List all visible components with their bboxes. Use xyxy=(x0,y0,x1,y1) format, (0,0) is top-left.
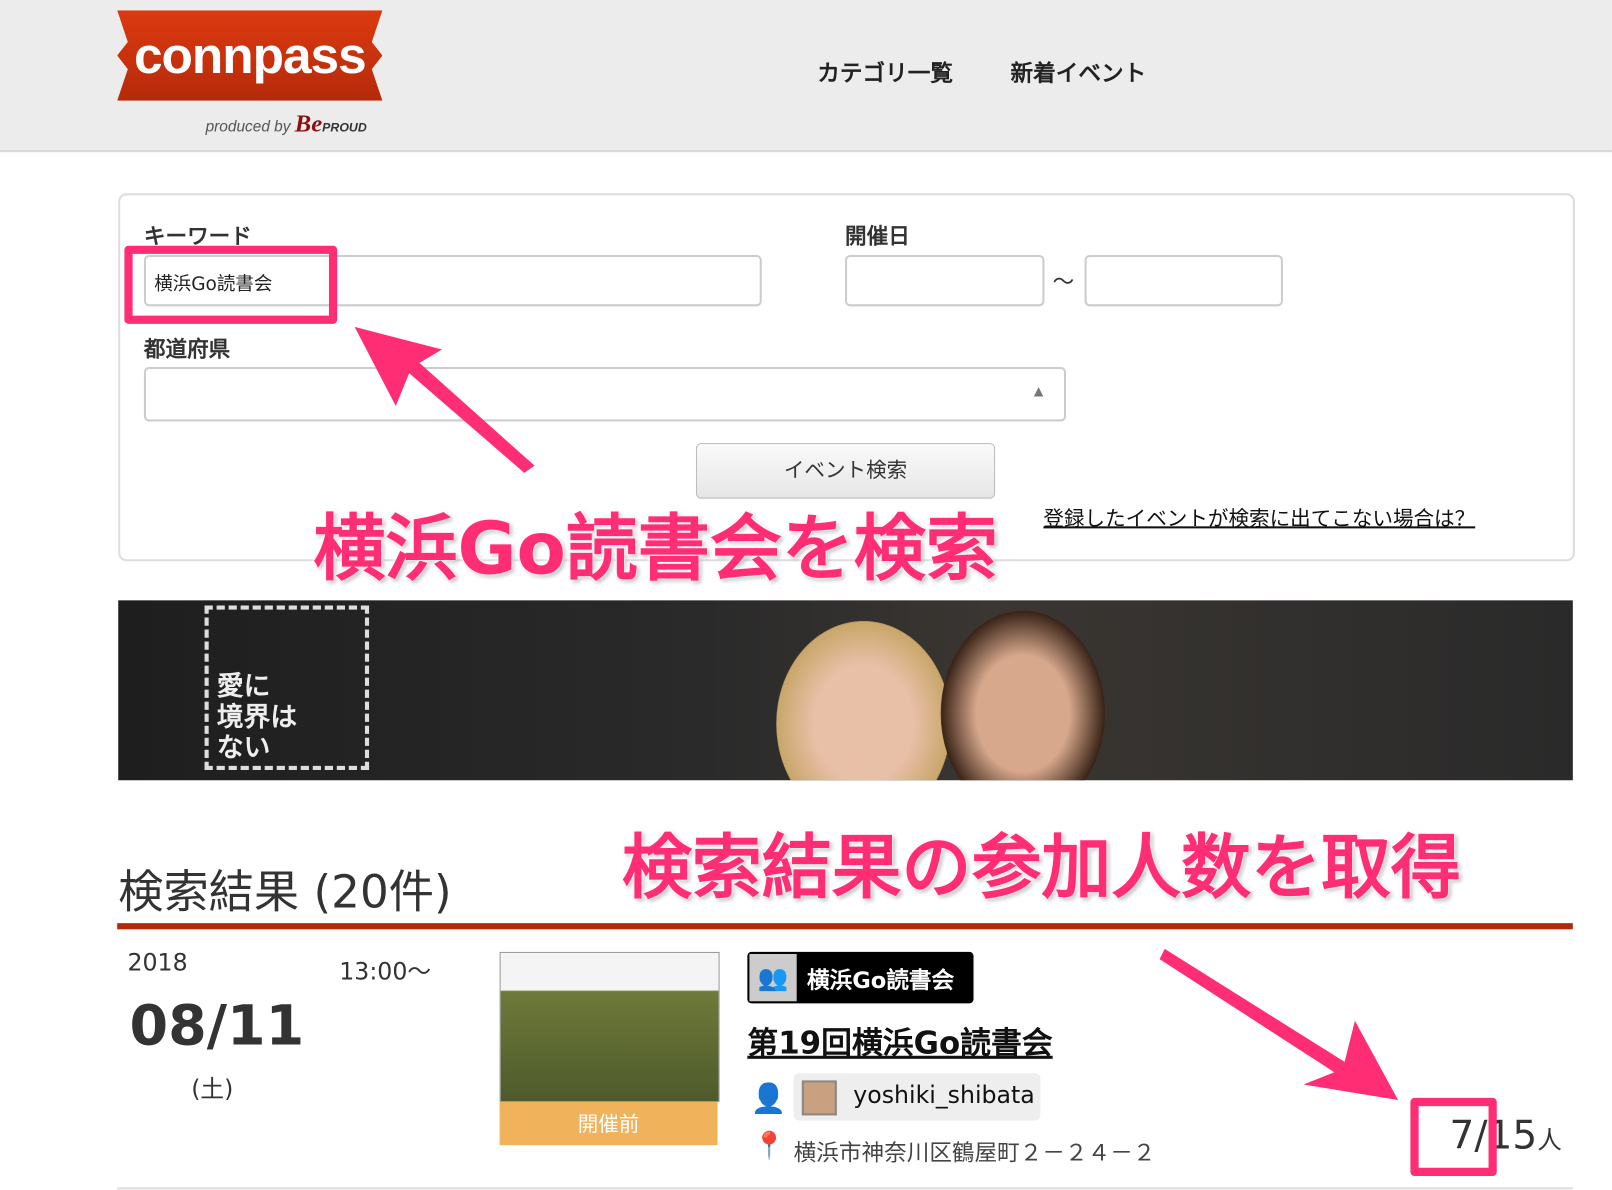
count-highlight xyxy=(1410,1097,1497,1177)
owner-name: yoshiki_shibata xyxy=(853,1082,1035,1110)
owner-chip[interactable]: yoshiki_shibata xyxy=(793,1073,1041,1121)
banner-photo-child xyxy=(940,610,1106,781)
user-icon: 👤 xyxy=(750,1081,787,1116)
arrow-annotation-search xyxy=(354,326,535,473)
select-arrow-icon: ▲ xyxy=(1033,383,1044,398)
event-date: 08/11 xyxy=(129,993,305,1058)
beproud-text: PROUD xyxy=(322,120,367,135)
help-link[interactable]: 登録したイベントが検索に出てこない場合は？ xyxy=(1043,502,1475,532)
group-badge[interactable]: 👥 横浜Go読書会 xyxy=(747,951,974,1004)
prefecture-select[interactable]: ▲ xyxy=(143,366,1067,422)
event-weekday: (土) xyxy=(191,1076,234,1104)
group-icon: 👥 xyxy=(749,953,797,1002)
date-separator: 〜 xyxy=(1052,269,1075,295)
date-to-input[interactable] xyxy=(1084,254,1283,307)
prefecture-label: 都道府県 xyxy=(143,337,231,362)
event-status-badge: 開催前 xyxy=(499,1102,718,1146)
header: connpass produced by BePROUD カテゴリ一覧 新着イベ… xyxy=(0,0,1612,153)
group-name: 横浜Go読書会 xyxy=(806,968,955,995)
annotation-count: 検索結果の参加人数を取得 xyxy=(621,827,1461,909)
unit: 人 xyxy=(1537,1125,1562,1155)
event-thumbnail[interactable] xyxy=(499,951,720,1103)
keyword-highlight xyxy=(124,245,338,324)
date-from-input[interactable] xyxy=(845,254,1045,307)
banner-line: 愛に xyxy=(216,671,271,703)
ad-banner[interactable]: 愛に 境界は ない xyxy=(118,600,1573,781)
event-year: 2018 xyxy=(127,949,188,977)
event-search-button[interactable]: イベント検索 xyxy=(695,443,996,499)
nav-new-events[interactable]: 新着イベント xyxy=(1011,56,1147,89)
banner-text-box: 愛に 境界は ない xyxy=(204,605,370,770)
event-title-link[interactable]: 第19回横浜Go読書会 xyxy=(747,1018,1052,1063)
produced-by-text: produced by xyxy=(205,118,291,136)
connpass-logo[interactable]: connpass xyxy=(117,10,383,101)
event-time: 13:00〜 xyxy=(339,959,432,986)
annotation-search: 横浜Go読書会を検索 xyxy=(313,506,998,592)
nav-categories[interactable]: カテゴリ一覧 xyxy=(817,56,953,89)
results-title: 検索結果 (20件) xyxy=(118,866,452,920)
banner-photo-child xyxy=(776,620,951,781)
date-label: 開催日 xyxy=(845,224,910,249)
banner-line: ない xyxy=(216,732,271,764)
page: connpass produced by BePROUD カテゴリ一覧 新着イベ… xyxy=(0,0,1612,1190)
produced-by: produced by BePROUD xyxy=(206,111,367,139)
event-address: 横浜市神奈川区鶴屋町２－２４－２ xyxy=(793,1141,1156,1167)
result-divider xyxy=(117,1187,1573,1190)
owner-avatar xyxy=(801,1080,837,1116)
arrow-annotation-count xyxy=(1159,948,1399,1100)
beproud-logo: Be xyxy=(294,111,323,138)
results-divider xyxy=(117,923,1573,930)
location-pin-icon: 📍 xyxy=(752,1130,786,1162)
banner-line: 境界は xyxy=(216,702,298,733)
